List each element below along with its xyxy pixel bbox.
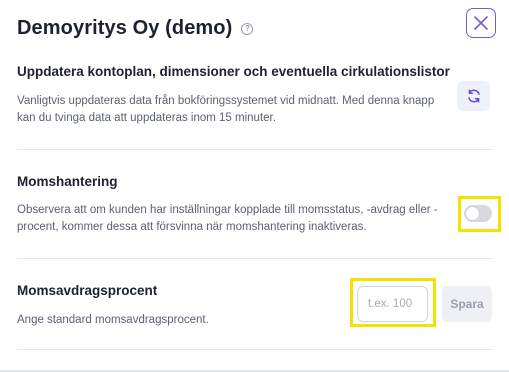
page-title: Demoyritys Oy (demo) [17, 17, 233, 39]
vat-handling-title: Momshantering [17, 174, 118, 189]
vat-deduction-input[interactable] [357, 286, 428, 322]
question-circle-icon[interactable]: ? [241, 22, 254, 35]
update-section-title: Uppdatera kontoplan, dimensioner och eve… [17, 64, 450, 79]
vat-handling-description: Observera att om kunden har inställninga… [17, 204, 438, 233]
refresh-icon [467, 89, 480, 103]
refresh-button[interactable] [457, 81, 490, 111]
divider [17, 149, 493, 150]
toggle-knob [466, 207, 479, 220]
vat-handling-section: Momshantering Observera att om kunden ha… [17, 174, 493, 236]
settings-panel: Demoyritys Oy (demo) ? Uppdatera kontopl… [0, 0, 509, 372]
close-x-icon [474, 16, 488, 30]
divider [17, 258, 493, 259]
save-button[interactable]: Spara [442, 286, 492, 322]
close-button[interactable] [466, 8, 496, 38]
update-section: Uppdatera kontoplan, dimensioner och eve… [17, 64, 493, 127]
vat-handling-toggle[interactable] [464, 205, 492, 222]
update-section-description: Vanligtvis uppdateras data från bokförin… [17, 95, 435, 124]
divider [17, 349, 493, 350]
header: Demoyritys Oy (demo) ? [17, 17, 254, 40]
